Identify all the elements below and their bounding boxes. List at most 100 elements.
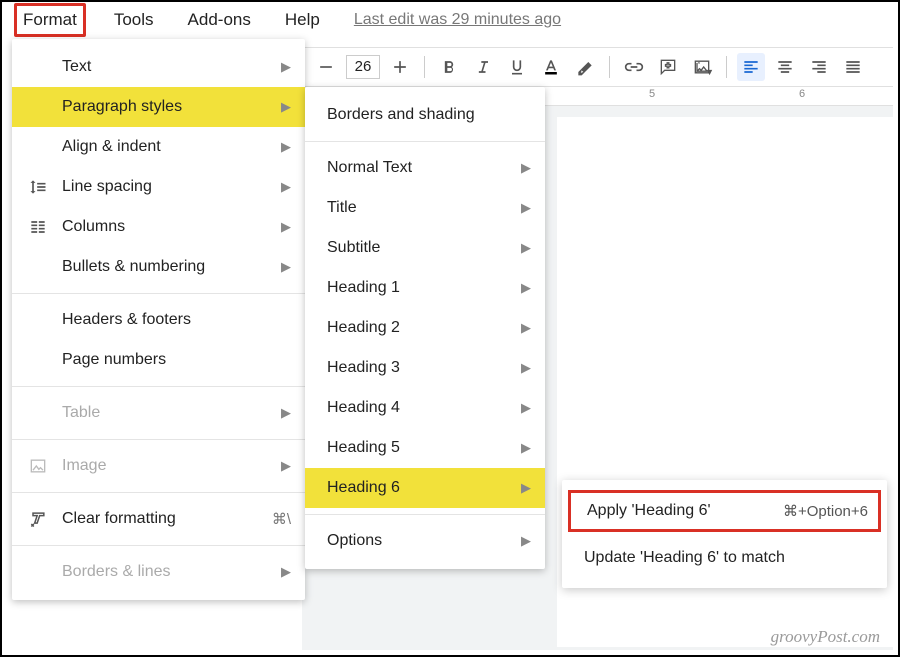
italic-button[interactable] [469, 53, 497, 81]
insert-image-button[interactable]: ▼ [688, 53, 716, 81]
menu-item-label: Align & indent [62, 138, 161, 156]
toolbar-separator [424, 56, 425, 78]
menu-item-bullets-numbering[interactable]: Bullets & numbering ▶ [12, 247, 305, 287]
menu-item-normal-text[interactable]: Normal Text ▶ [305, 148, 545, 188]
menu-item-options[interactable]: Options ▶ [305, 521, 545, 561]
font-size-decrease[interactable] [312, 53, 340, 81]
clear-formatting-icon [26, 507, 50, 531]
menu-item-label: Borders and shading [327, 106, 475, 124]
chevron-right-icon: ▶ [281, 139, 291, 155]
chevron-right-icon: ▶ [521, 440, 531, 456]
highlight-color-button[interactable] [571, 53, 599, 81]
menu-item-borders-lines: Borders & lines▶ [12, 552, 305, 592]
menu-item-label: Headers & footers [62, 311, 191, 329]
menu-item-label: Heading 2 [327, 319, 400, 337]
ruler-label: 6 [799, 88, 805, 100]
chevron-right-icon: ▶ [521, 533, 531, 549]
chevron-right-icon: ▶ [521, 320, 531, 336]
menu-item-heading-4[interactable]: Heading 4 ▶ [305, 388, 545, 428]
align-justify-button[interactable] [839, 53, 867, 81]
align-center-button[interactable] [771, 53, 799, 81]
chevron-right-icon: ▶ [521, 200, 531, 216]
menu-item-heading-6[interactable]: Heading 6 ▶ [305, 468, 545, 508]
paragraph-styles-menu: Borders and shading Normal Text▶ Title▶ … [305, 87, 545, 569]
format-menu: Text▶ Paragraph styles▶ Align & indent▶ … [12, 39, 305, 600]
menu-item-label: Apply 'Heading 6' [587, 502, 711, 520]
underline-button[interactable] [503, 53, 531, 81]
menu-item-page-numbers[interactable]: Page numbers [12, 340, 305, 380]
chevron-right-icon: ▶ [281, 59, 291, 75]
menu-item-title[interactable]: Title ▶ [305, 188, 545, 228]
chevron-right-icon: ▶ [281, 405, 291, 421]
align-left-button[interactable] [737, 53, 765, 81]
menu-item-line-spacing[interactable]: Line spacing▶ [12, 167, 305, 207]
menu-separator [12, 492, 305, 493]
menu-item-update-heading-6[interactable]: Update 'Heading 6' to match [562, 536, 887, 580]
add-comment-button[interactable] [654, 53, 682, 81]
menu-help[interactable]: Help [279, 6, 326, 34]
chevron-right-icon: ▶ [521, 360, 531, 376]
line-spacing-icon [26, 175, 50, 199]
menu-item-label: Subtitle [327, 239, 380, 257]
menu-item-heading-1[interactable]: Heading 1▶ [305, 268, 545, 308]
image-icon [26, 454, 50, 478]
menu-item-label: Heading 6 [327, 479, 400, 497]
heading-6-menu: Apply 'Heading 6' ⌘+Option+6 Update 'Head… [562, 480, 887, 588]
chevron-right-icon: ▶ [281, 458, 291, 474]
menu-item-label: Line spacing [62, 178, 152, 196]
menu-item-table: Table ▶ [12, 393, 305, 433]
menu-separator [12, 545, 305, 546]
menu-tools[interactable]: Tools [108, 6, 160, 34]
menu-item-label: Paragraph styles [62, 98, 182, 116]
font-size-increase[interactable] [386, 53, 414, 81]
toolbar-separator [609, 56, 610, 78]
menu-item-label: Text [62, 58, 91, 76]
menu-item-heading-2[interactable]: Heading 2 ▶ [305, 308, 545, 348]
menu-format[interactable]: Format [14, 3, 86, 37]
menu-item-label: Heading 4 [327, 399, 400, 417]
toolbar-separator [726, 56, 727, 78]
menu-separator [305, 141, 545, 142]
chevron-right-icon: ▶ [521, 160, 531, 176]
menu-item-label: Heading 5 [327, 439, 400, 457]
menu-item-apply-heading-6[interactable]: Apply 'Heading 6' ⌘+Option+6 [568, 490, 881, 532]
menu-item-label: Options [327, 532, 382, 550]
bold-button[interactable] [435, 53, 463, 81]
menu-item-align-indent[interactable]: Align & indent ▶ [12, 127, 305, 167]
menu-item-label: Title [327, 199, 357, 217]
chevron-right-icon: ▶ [281, 259, 291, 275]
menu-item-label: Table [62, 404, 100, 422]
menu-item-borders-shading[interactable]: Borders and shading [305, 95, 545, 135]
watermark: groovyPost.com [771, 627, 880, 647]
menu-item-label: Bullets & numbering [62, 258, 205, 276]
menu-addons[interactable]: Add-ons [182, 6, 257, 34]
menu-item-text[interactable]: Text ▶ [12, 47, 305, 87]
menu-item-label: Heading 3 [327, 359, 400, 377]
columns-icon [26, 215, 50, 239]
menu-item-label: Clear formatting [62, 510, 176, 528]
shortcut-label: ⌘+Option+6 [783, 502, 868, 520]
menu-item-heading-3[interactable]: Heading 3 ▶ [305, 348, 545, 388]
chevron-right-icon: ▶ [521, 480, 531, 496]
chevron-right-icon: ▶ [281, 219, 291, 235]
toolbar: 26 ▼ [302, 47, 893, 87]
menu-separator [12, 293, 305, 294]
menu-separator [305, 514, 545, 515]
menu-item-heading-5[interactable]: Heading 5 ▶ [305, 428, 545, 468]
menu-item-label: Heading 1 [327, 279, 400, 297]
menubar: Format Tools Add-ons Help Last edit was … [2, 2, 898, 38]
text-color-button[interactable] [537, 53, 565, 81]
font-size-input[interactable]: 26 [346, 55, 380, 79]
chevron-right-icon: ▶ [521, 400, 531, 416]
menu-item-label: Update 'Heading 6' to match [584, 549, 785, 567]
menu-item-subtitle[interactable]: Subtitle▶ [305, 228, 545, 268]
menu-item-label: Normal Text [327, 159, 412, 177]
last-edit-link[interactable]: Last edit was 29 minutes ago [354, 11, 561, 29]
menu-separator [12, 386, 305, 387]
align-right-button[interactable] [805, 53, 833, 81]
menu-item-paragraph-styles[interactable]: Paragraph styles▶ [12, 87, 305, 127]
menu-item-headers-footers[interactable]: Headers & footers [12, 300, 305, 340]
menu-item-clear-formatting[interactable]: Clear formatting⌘\ [12, 499, 305, 539]
insert-link-button[interactable] [620, 53, 648, 81]
menu-item-columns[interactable]: Columns▶ [12, 207, 305, 247]
